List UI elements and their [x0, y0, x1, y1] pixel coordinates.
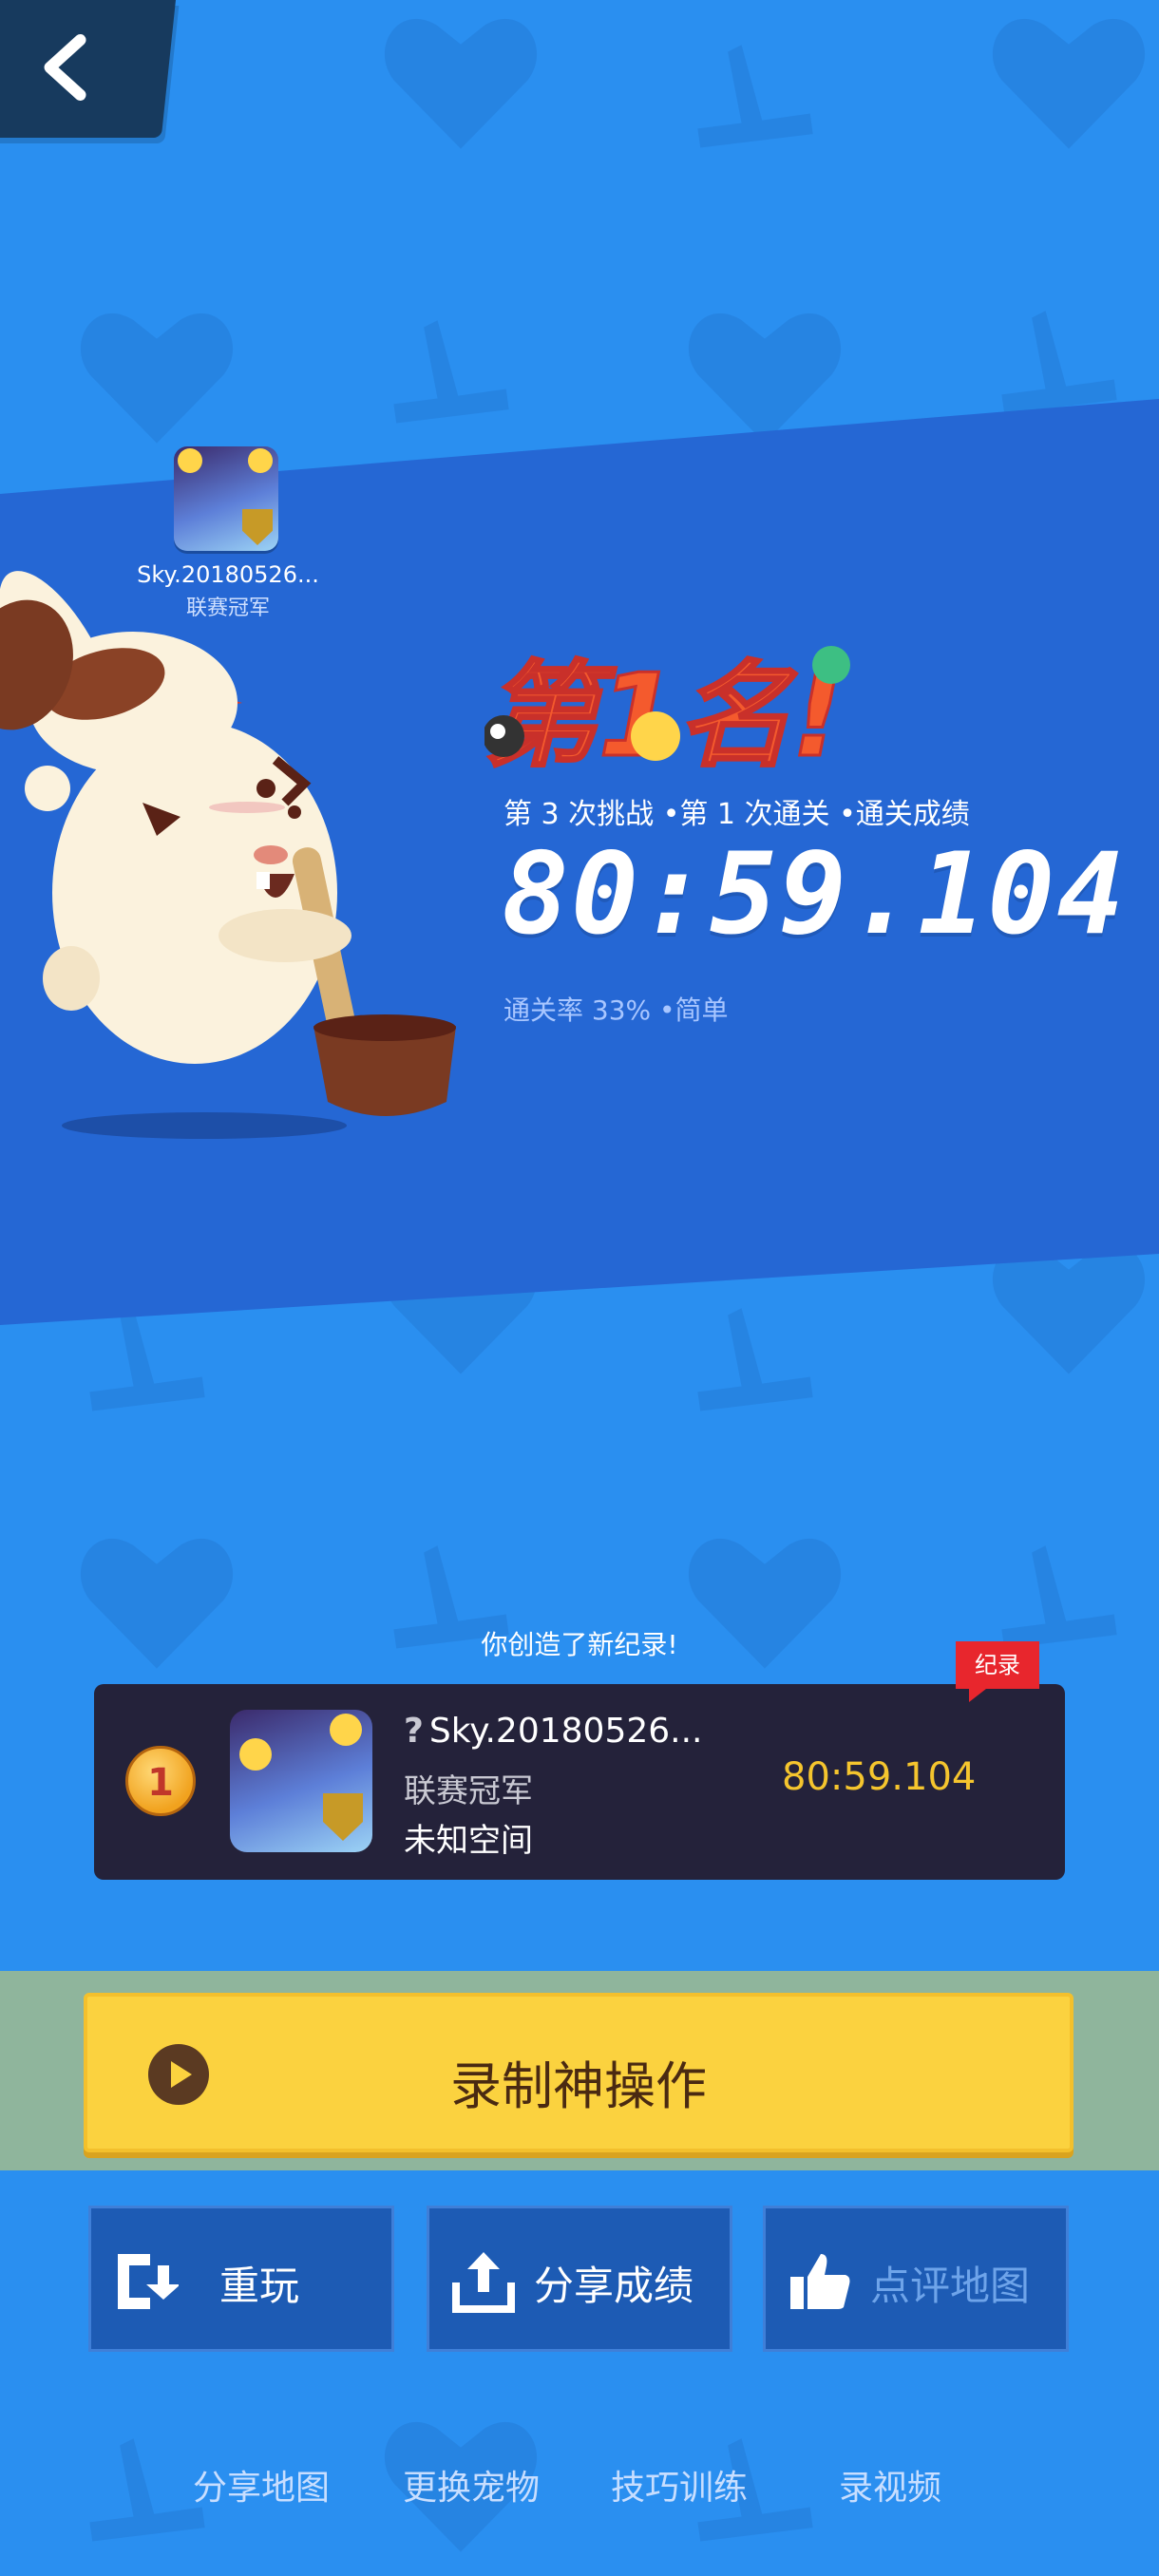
pass-rate: 通关率 33% •简单: [504, 994, 729, 1026]
record-map-category: 联赛冠军: [404, 1772, 533, 1810]
record-map-name: ? Sky.20180526...: [404, 1712, 703, 1751]
record-level-name: 未知空间: [404, 1822, 533, 1860]
heart-pattern-icon: [80, 313, 234, 444]
replay-button[interactable]: 重玩: [88, 2206, 394, 2352]
record-map-name-text: Sky.20180526...: [428, 1712, 703, 1751]
lantern-decoration: [330, 1714, 362, 1746]
back-button[interactable]: [0, 0, 176, 138]
lantern-decoration: [239, 1738, 272, 1771]
share-score-button[interactable]: 分享成绩: [427, 2206, 732, 2352]
record-map-thumbnail: [230, 1710, 372, 1852]
record-video-label: 录制神操作: [450, 2056, 707, 2116]
share-score-label: 分享成绩: [534, 2263, 694, 2309]
heart-pattern-icon: [384, 18, 538, 149]
record-video-button[interactable]: 录制神操作: [84, 1993, 1074, 2152]
heart-pattern-icon: [688, 313, 842, 444]
hat-pattern-icon: [697, 45, 813, 148]
review-map-label: 点评地图: [870, 2263, 1031, 2309]
map-thumbnail[interactable]: [174, 446, 278, 551]
rank-medal-icon: 1: [125, 1746, 196, 1816]
rabbit-mascot-illustration: [0, 571, 456, 1139]
replay-label: 重玩: [219, 2263, 300, 2309]
share-map-link[interactable]: 分享地图: [193, 2460, 330, 2510]
hat-pattern-icon: [697, 1308, 813, 1411]
hat-pattern-icon: [393, 320, 509, 424]
chevron-left-icon: [44, 34, 86, 101]
trophy-shield-icon: [242, 509, 273, 545]
rank-title-graphic: 第1名!: [484, 646, 850, 785]
lantern-decoration: [248, 448, 273, 473]
record-time: 80:59.104: [782, 1755, 977, 1799]
finish-time: 80:59.104: [502, 828, 1127, 959]
skill-training-link[interactable]: 技巧训练: [611, 2460, 748, 2510]
challenge-stats: 第 3 次挑战 •第 1 次通关 •通关成绩: [504, 798, 970, 831]
heart-pattern-icon: [992, 18, 1146, 149]
trophy-shield-icon: [323, 1793, 363, 1841]
replay-icon: [118, 2254, 179, 2309]
thumbs-up-icon: [790, 2254, 850, 2309]
record-tag: 纪录: [956, 1641, 1039, 1702]
hat-pattern-icon: [89, 1308, 205, 1411]
lantern-decoration: [178, 448, 202, 473]
record-video-link[interactable]: 录视频: [839, 2460, 941, 2510]
question-icon: ?: [404, 1712, 424, 1751]
share-upload-icon: [452, 2252, 515, 2313]
change-pet-link[interactable]: 更换宠物: [403, 2460, 540, 2510]
review-map-button[interactable]: 点评地图: [763, 2206, 1069, 2352]
